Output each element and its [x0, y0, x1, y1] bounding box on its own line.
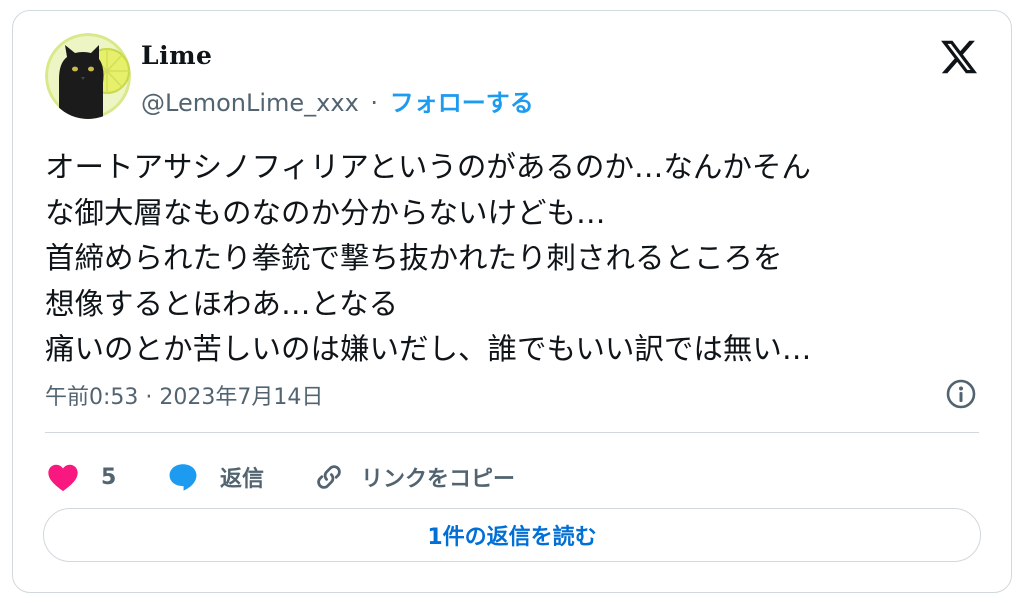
tweet-line: 首締められたり拳銃で撃ち抜かれたり刺されるところを	[45, 241, 783, 275]
reply-action[interactable]: 返信	[166, 457, 264, 497]
heart-icon	[47, 462, 79, 492]
tweet-card: Lime @LemonLime_xxx · フォローする オートアサシノフィリア…	[12, 10, 1012, 593]
tweet-line: な御大層なものなのか分からないけども…	[45, 195, 606, 230]
speech-bubble-icon	[166, 460, 200, 494]
display-name[interactable]: Lime	[141, 41, 212, 70]
handle-row: @LemonLime_xxx · フォローする	[141, 83, 534, 118]
read-replies-button[interactable]: 1件の返信を読む	[43, 508, 981, 562]
x-logo-icon[interactable]	[939, 37, 979, 77]
follow-button[interactable]: フォローする	[390, 89, 534, 117]
like-count: 5	[101, 464, 117, 490]
reply-label: 返信	[220, 467, 265, 492]
divider	[45, 432, 979, 433]
user-handle[interactable]: @LemonLime_xxx	[141, 89, 359, 117]
timestamp[interactable]: 午前0:53 · 2023年7月14日	[45, 379, 323, 411]
tweet-text: オートアサシノフィリアというのがあるのか…なんかそん な御大層なものなのか分から…	[45, 145, 995, 373]
avatar[interactable]	[45, 33, 131, 119]
info-icon[interactable]	[945, 378, 977, 410]
like-button[interactable]: 5	[47, 457, 116, 497]
copy-link-label: リンクをコピー	[361, 467, 516, 492]
copy-link-button[interactable]: リンクをコピー	[313, 457, 515, 497]
tweet-line: 痛いのとか苦しいのは嫌いだし、誰でもいい訳では無い…	[45, 332, 812, 366]
tweet-line: 想像するとほわあ…となる	[45, 286, 399, 321]
separator-dot: ·	[370, 89, 379, 117]
tweet-line: オートアサシノフィリアというのがあるのか…なんかそん	[45, 150, 811, 184]
link-icon	[313, 461, 345, 493]
